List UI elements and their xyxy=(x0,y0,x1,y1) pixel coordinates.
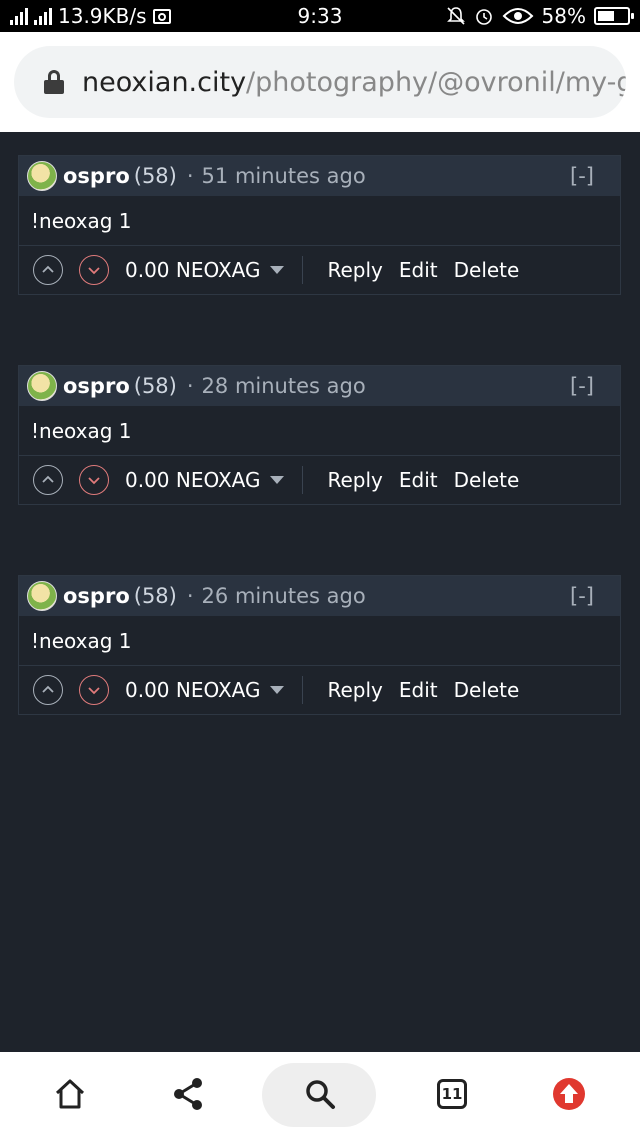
share-icon xyxy=(174,1078,202,1110)
home-icon xyxy=(55,1079,85,1109)
divider xyxy=(302,466,304,494)
chevron-up-icon xyxy=(42,475,54,483)
reply-link[interactable]: Reply xyxy=(327,468,382,492)
chevron-up-icon xyxy=(42,685,54,693)
delete-link[interactable]: Delete xyxy=(454,468,520,492)
alarm-icon xyxy=(475,9,492,25)
home-button[interactable] xyxy=(50,1074,90,1114)
comment: ospro (58) · 51 minutes ago [-] !neoxag … xyxy=(18,155,621,295)
address-bar[interactable]: neoxian.city/photography/@ovronil/my-gr xyxy=(14,46,626,118)
share-button[interactable] xyxy=(168,1074,208,1114)
payout-value[interactable]: 0.00 NEOXAG xyxy=(125,678,260,702)
edit-link[interactable]: Edit xyxy=(399,258,438,282)
upvote-button[interactable] xyxy=(33,465,63,495)
delete-link[interactable]: Delete xyxy=(454,678,520,702)
separator: · xyxy=(186,584,194,608)
comment-timestamp[interactable]: 28 minutes ago xyxy=(202,374,366,398)
downvote-button[interactable] xyxy=(79,255,109,285)
downvote-button[interactable] xyxy=(79,465,109,495)
chevron-down-icon xyxy=(88,477,100,485)
author-reputation: (58) xyxy=(133,164,177,188)
author-reputation: (58) xyxy=(133,374,177,398)
comment-body: !neoxag 1 xyxy=(19,616,620,666)
comment: ospro (58) · 26 minutes ago [-] !neoxag … xyxy=(18,575,621,715)
eye-icon xyxy=(502,8,533,24)
chevron-down-icon xyxy=(88,267,100,275)
chevron-up-icon xyxy=(42,265,54,273)
comment-header: ospro (58) · 28 minutes ago [-] xyxy=(19,366,620,406)
lock-icon xyxy=(44,70,64,94)
separator: · xyxy=(186,164,194,188)
tabs-button[interactable]: 11 xyxy=(432,1074,472,1114)
comment-actions: 0.00 NEOXAG Reply Edit Delete xyxy=(19,456,620,504)
chevron-down-icon xyxy=(88,687,100,695)
bottom-navigation: 11 xyxy=(0,1052,640,1138)
payout-dropdown-icon[interactable] xyxy=(270,266,285,274)
search-icon-wrap[interactable] xyxy=(300,1074,340,1114)
separator: · xyxy=(186,374,194,398)
battery-icon xyxy=(594,7,634,25)
collapse-button[interactable]: [-] xyxy=(570,584,594,608)
author-reputation: (58) xyxy=(133,584,177,608)
comment-body: !neoxag 1 xyxy=(19,406,620,456)
tabs-icon: 11 xyxy=(437,1079,467,1109)
payout-value[interactable]: 0.00 NEOXAG xyxy=(125,468,260,492)
payout-dropdown-icon[interactable] xyxy=(270,476,285,484)
upvote-button[interactable] xyxy=(33,255,63,285)
collapse-button[interactable]: [-] xyxy=(570,164,594,188)
upvote-button[interactable] xyxy=(33,675,63,705)
comment-author[interactable]: ospro xyxy=(63,584,130,608)
comment-timestamp[interactable]: 51 minutes ago xyxy=(202,164,366,188)
comment-author[interactable]: ospro xyxy=(63,164,130,188)
status-bar: 13.9KB/s 9:33 58% xyxy=(0,0,640,32)
upvote-icon xyxy=(553,1078,585,1110)
search-icon xyxy=(306,1080,335,1109)
url-domain: neoxian.city xyxy=(82,66,247,98)
mute-icon xyxy=(446,7,465,25)
divider xyxy=(302,256,304,284)
reply-link[interactable]: Reply xyxy=(327,258,382,282)
edit-link[interactable]: Edit xyxy=(399,468,438,492)
avatar[interactable] xyxy=(27,371,57,401)
delete-link[interactable]: Delete xyxy=(454,258,520,282)
comment-author[interactable]: ospro xyxy=(63,374,130,398)
comment-actions: 0.00 NEOXAG Reply Edit Delete xyxy=(19,666,620,714)
reply-link[interactable]: Reply xyxy=(327,678,382,702)
avatar[interactable] xyxy=(27,161,57,191)
comment-actions: 0.00 NEOXAG Reply Edit Delete xyxy=(19,246,620,294)
comment-body: !neoxag 1 xyxy=(19,196,620,246)
comment-header: ospro (58) · 51 minutes ago [-] xyxy=(19,156,620,196)
avatar[interactable] xyxy=(27,581,57,611)
edit-link[interactable]: Edit xyxy=(399,678,438,702)
url-text[interactable]: neoxian.city/photography/@ovronil/my-gr xyxy=(82,67,626,98)
collapse-button[interactable]: [-] xyxy=(570,374,594,398)
divider xyxy=(302,676,304,704)
comment: ospro (58) · 28 minutes ago [-] !neoxag … xyxy=(18,365,621,505)
battery-percent: 58% xyxy=(541,4,586,28)
url-path: /photography/@ovronil/my-gr xyxy=(246,66,626,98)
comment-header: ospro (58) · 26 minutes ago [-] xyxy=(19,576,620,616)
downvote-button[interactable] xyxy=(79,675,109,705)
upvote-nav-button[interactable] xyxy=(549,1074,589,1114)
payout-dropdown-icon[interactable] xyxy=(270,686,285,694)
payout-value[interactable]: 0.00 NEOXAG xyxy=(125,258,260,282)
comment-timestamp[interactable]: 26 minutes ago xyxy=(202,584,366,608)
browser-toolbar: neoxian.city/photography/@ovronil/my-gr xyxy=(0,32,640,132)
